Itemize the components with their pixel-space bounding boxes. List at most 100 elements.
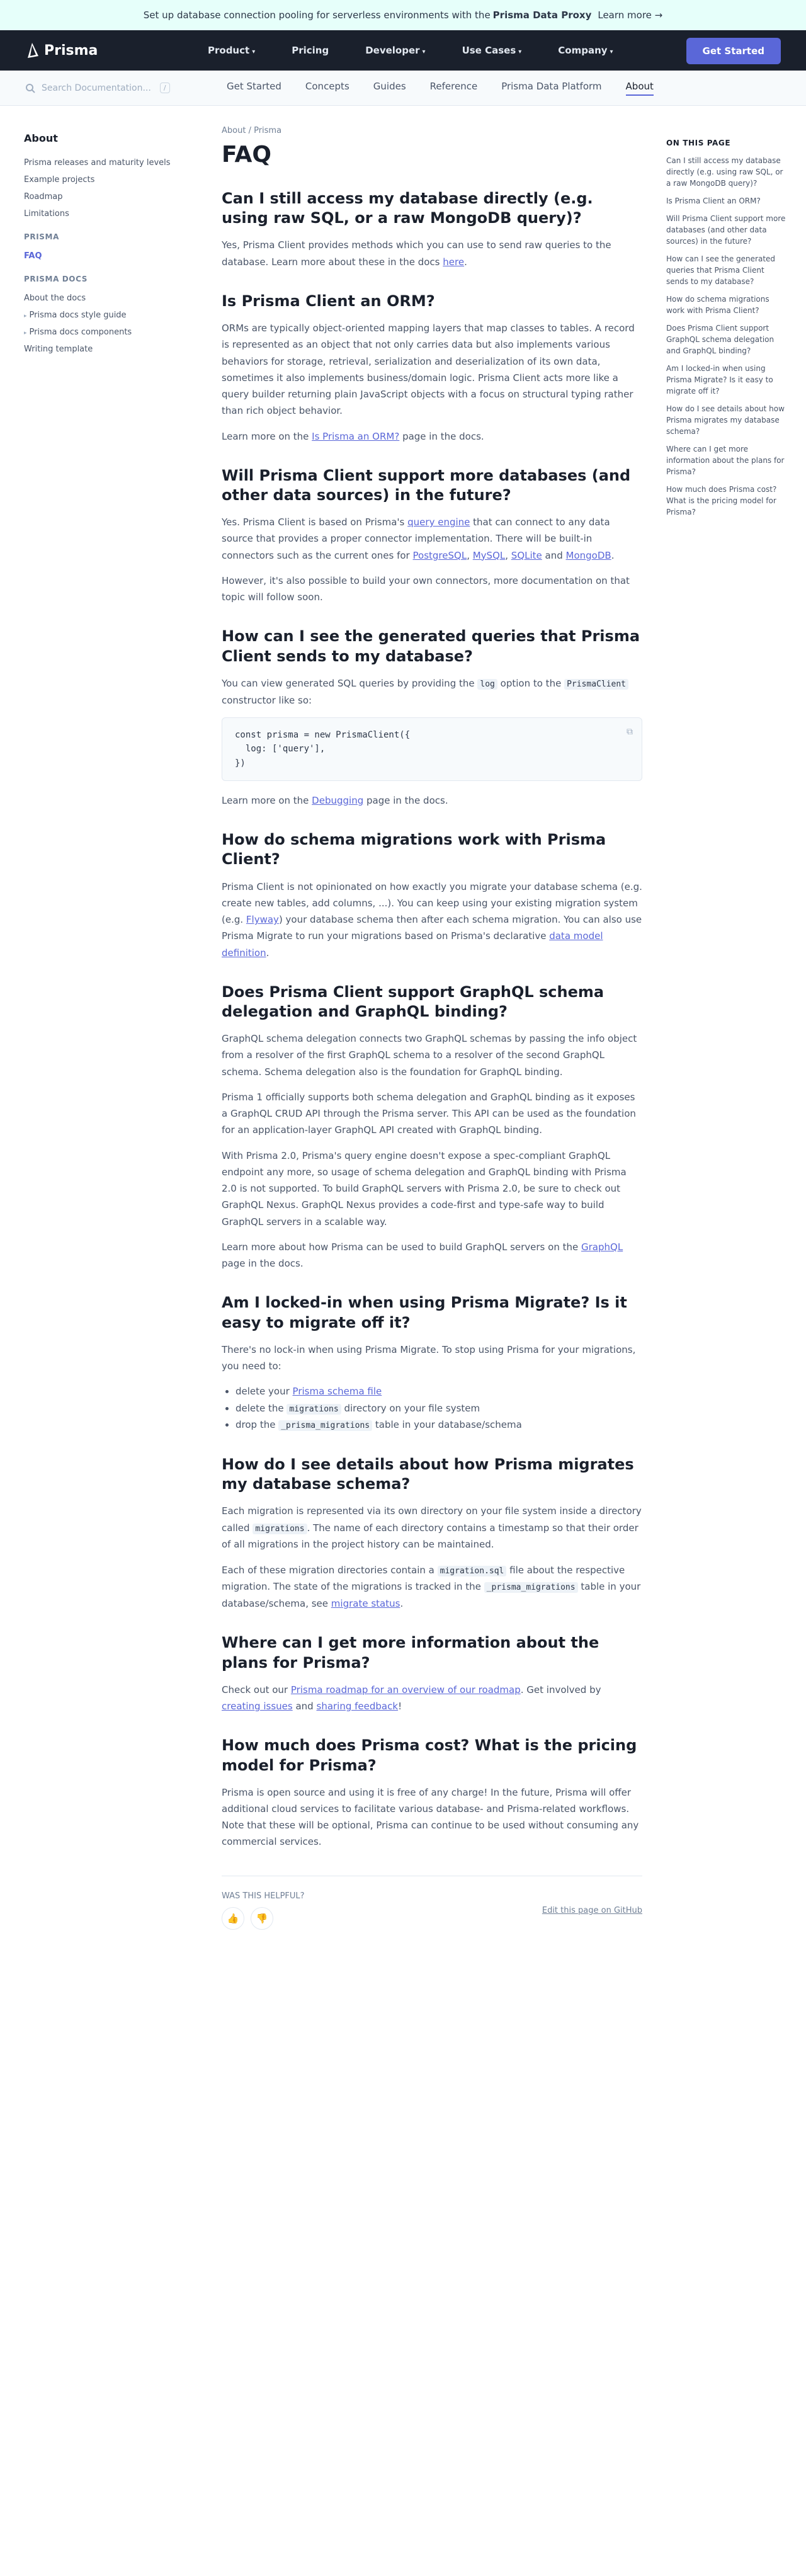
toc-heading: ON THIS PAGE [666,139,731,147]
q10-text: Prisma is open source and using it is fr… [222,1786,639,1848]
q8-text-1: Each migration is represented via its ow… [222,1505,642,1551]
q6-text-2: Prisma 1 officially supports both schema… [222,1091,636,1136]
toc-item[interactable]: Is Prisma Client an ORM? [666,195,786,207]
sidebar-item[interactable]: FAQ [24,248,175,265]
get-started-button[interactable]: Get Started [686,38,781,64]
main-content: About / Prisma FAQ Can I still access my… [222,126,642,1930]
toc-item[interactable]: How do I see details about how Prisma mi… [666,403,786,437]
sidebar-item[interactable]: About the docs [24,290,175,307]
q2-more: Learn more on the Is Prisma an ORM? page… [222,430,484,442]
chevron-right-icon: ▸ [24,330,27,336]
query-engine-link[interactable]: query engine [407,516,470,528]
postgresql-link[interactable]: PostgreSQL [413,550,467,561]
helpful-label: WAS THIS HELPFUL? [222,1891,305,1901]
q9-text: Check out our Prisma roadmap for an over… [222,1684,601,1713]
toc-item[interactable]: How much does Prisma cost? What is the p… [666,484,786,518]
prisma-logo-icon [28,43,38,58]
prisma-schema-link[interactable]: Prisma schema file [293,1386,382,1397]
q5-heading: How do schema migrations work with Prism… [222,831,606,869]
chevron-down-icon: ▾ [610,48,613,55]
q7-text: There's no lock-in when using Prisma Mig… [222,1343,636,1372]
list-item: delete your Prisma schema file [236,1383,642,1399]
q1-link[interactable]: here [443,256,464,268]
sidebar-item[interactable]: Roadmap [24,188,175,205]
toc-item[interactable]: How do schema migrations work with Prism… [666,294,786,316]
nav-item-developer[interactable]: Developer ▾ [365,45,425,56]
toc-item[interactable]: How can I see the generated queries that… [666,253,786,287]
chevron-right-icon: ▸ [24,313,27,319]
flyway-link[interactable]: Flyway [246,914,279,925]
edit-on-github-link[interactable]: Edit this page on GitHub [542,1906,642,1915]
q8-heading: How do I see details about how Prisma mi… [222,1456,634,1493]
q3-heading: Will Prisma Client support more database… [222,466,631,504]
code-block: const prisma = new PrismaClient({ log: [… [222,717,642,781]
page-footer: WAS THIS HELPFUL? 👍 👎 Edit this page on … [222,1875,642,1930]
tab-reference[interactable]: Reference [430,81,478,96]
q2-text: ORMs are typically object-oriented mappi… [222,322,635,417]
toc-item[interactable]: Can I still access my database directly … [666,155,786,189]
toc-item[interactable]: Where can I get more information about t… [666,443,786,477]
copy-icon[interactable]: ⧉ [627,727,633,737]
sidebar-title[interactable]: About [24,132,175,144]
sidebar-item[interactable]: Example projects [24,171,175,188]
tab-prisma-data-platform[interactable]: Prisma Data Platform [501,81,601,96]
sidebar-item[interactable]: ▸ Prisma docs components [24,324,175,341]
thumbs-up-icon[interactable]: 👍 [222,1906,244,1930]
q4-text: You can view generated SQL queries by pr… [222,675,642,709]
tab-concepts[interactable]: Concepts [305,81,349,96]
q6-heading: Does Prisma Client support GraphQL schem… [222,983,604,1021]
debugging-link[interactable]: Debugging [312,795,363,806]
q3-text: Yes. Prisma Client is based on Prisma's … [222,516,615,561]
nav-item-use-cases[interactable]: Use Cases ▾ [462,45,522,56]
top-navigation: Prisma Product ▾ Pricing Developer ▾ Use Case… [0,30,806,71]
q2-link[interactable]: Is Prisma an ORM? [312,431,399,442]
q3-more: However, it's also possible to build you… [222,574,630,603]
chevron-down-icon: ▾ [252,48,256,55]
search-input[interactable]: Search Documentation... / [25,77,195,100]
breadcrumb[interactable]: About / Prisma [222,126,642,135]
q6-text-3: With Prisma 2.0, Prisma's query engine d… [222,1149,627,1228]
feedback-link[interactable]: sharing feedback [317,1701,399,1712]
code-line: log: ['query'], [235,744,326,755]
sidebar-item[interactable]: Limitations [24,205,175,222]
sqlite-link[interactable]: SQLite [511,550,542,561]
q6-text-4: Learn more about how Prisma can be used … [222,1241,623,1270]
table-of-contents: ON THIS PAGE Can I still access my datab… [666,139,786,524]
toc-item[interactable]: Does Prisma Client support GraphQL schem… [666,322,786,356]
q7-heading: Am I locked-in when using Prisma Migrate… [222,1294,627,1331]
announcement-banner: Set up database connection pooling for s… [0,0,806,30]
mongodb-link[interactable]: MongoDB [566,550,611,561]
nav-item-product[interactable]: Product ▾ [208,45,255,56]
code-line: }) [235,758,246,768]
tab-get-started[interactable]: Get Started [227,81,281,96]
banner-link[interactable]: Learn more → [598,9,662,21]
list-item: drop the _prisma_migrations table in you… [236,1416,642,1433]
prisma-logo[interactable]: Prisma [25,42,176,59]
nav-item-pricing[interactable]: Pricing [292,45,329,56]
mysql-link[interactable]: MySQL [473,550,506,561]
sidebar-item[interactable]: Prisma releases and maturity levels [24,154,175,171]
tab-guides[interactable]: Guides [373,81,406,96]
banner-text: Set up database connection pooling for s… [143,9,491,21]
chevron-down-icon: ▾ [518,48,522,55]
toc-item[interactable]: Will Prisma Client support more database… [666,213,786,247]
toc-item[interactable]: Am I locked-in when using Prisma Migrate… [666,363,786,397]
search-placeholder: Search Documentation... [42,83,151,93]
graphql-link[interactable]: GraphQL [581,1241,623,1253]
sidebar-item[interactable]: ▸ Prisma docs style guide [24,307,175,324]
sidebar-section-heading: PRISMA [24,232,59,241]
q10-heading: How much does Prisma cost? What is the p… [222,1736,637,1774]
sidebar-section-heading: PRISMA DOCS [24,275,88,283]
migrate-status-link[interactable]: migrate status [331,1598,400,1609]
search-shortcut: / [159,83,170,93]
nav-item-company[interactable]: Company ▾ [558,45,613,56]
q9-heading: Where can I get more information about t… [222,1634,599,1672]
roadmap-link[interactable]: Prisma roadmap for an overview of our ro… [291,1684,521,1695]
thumbs-down-icon[interactable]: 👎 [251,1906,273,1930]
q5-text: Prisma Client is not opinionated on how … [222,881,642,959]
tab-about[interactable]: About [625,81,654,96]
issues-link[interactable]: creating issues [222,1701,293,1712]
sidebar-item[interactable]: Writing template [24,341,175,358]
q2-heading: Is Prisma Client an ORM? [222,292,435,310]
q4-heading: How can I see the generated queries that… [222,627,640,665]
